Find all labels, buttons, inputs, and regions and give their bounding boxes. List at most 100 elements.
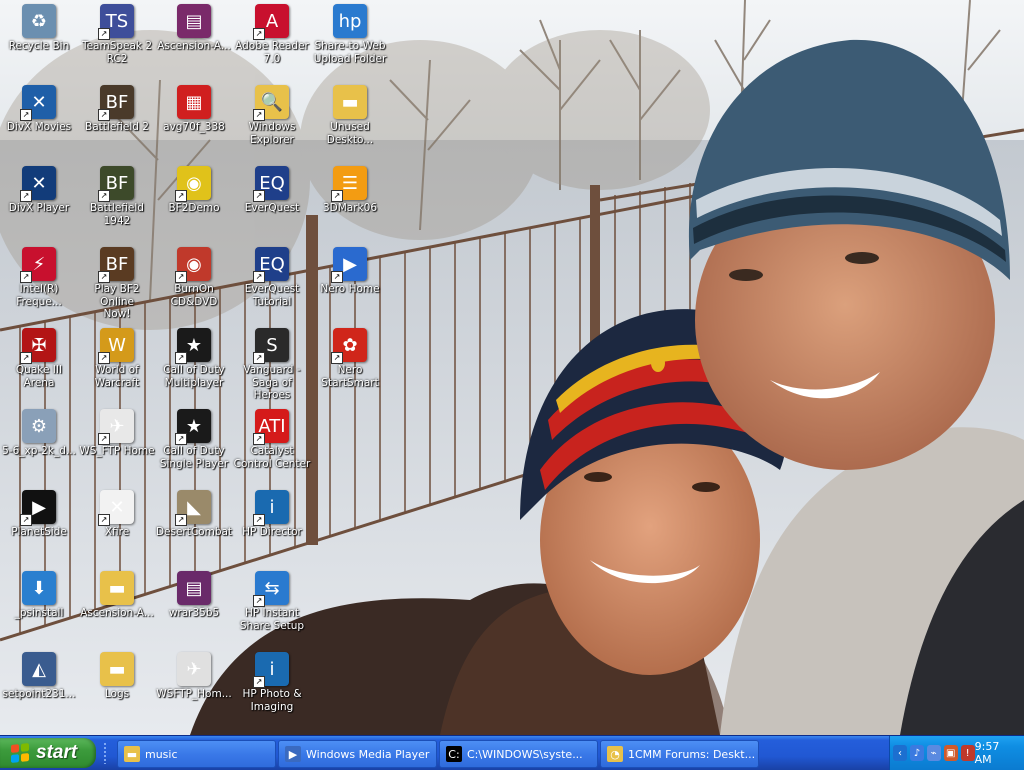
shortcut-arrow-icon: ↗ — [20, 352, 32, 364]
taskbar: start ▬ music ▶ Windows Media Player C: C:\WI… — [0, 735, 1024, 770]
security-alert-icon[interactable]: ! — [960, 745, 975, 761]
tray-clock[interactable]: 9:57 AM — [975, 740, 1014, 766]
desktop-icon[interactable]: EQ ↗ EverQuest — [233, 164, 311, 244]
shortcut-arrow-icon: ↗ — [98, 190, 110, 202]
burnon-icon: ◉ ↗ — [175, 247, 211, 283]
display-settings-icon[interactable]: ▣ — [943, 745, 958, 761]
desktop-icon-label: DivX Player — [8, 202, 70, 214]
ws-ftp-home-icon: ✈ ↗ — [98, 409, 134, 445]
desktop-icon[interactable]: BF ↗ Battlefield 1942 — [78, 164, 156, 244]
bf2demo-cd-icon: ◉ ↗ — [175, 166, 211, 202]
shortcut-arrow-icon: ↗ — [175, 271, 187, 283]
avg-icon: ▦ — [177, 85, 211, 119]
desktop-icon-label: Call of Duty Single Player — [159, 445, 229, 470]
desktop-icon[interactable]: hp Share-to-Web Upload Folder — [311, 2, 389, 82]
desktop-icon[interactable]: i ↗ HP Photo & Imaging — [233, 650, 311, 730]
desktop-icon[interactable]: W ↗ World of Warcraft — [78, 326, 156, 406]
system-tray: ‹ ♪ ⌁ ▣! 9:57 AM — [889, 736, 1024, 770]
desktop-icon-label: EverQuest — [244, 202, 300, 214]
desktop-icon[interactable]: ▬ Ascension-A... — [78, 569, 156, 649]
desktop-icon-label: BF2Demo — [168, 202, 220, 214]
desktop-icon[interactable]: ★ ↗ Call of Duty Multiplayer — [155, 326, 233, 406]
desktop-icon[interactable]: A ↗ Adobe Reader 7.0 — [233, 2, 311, 82]
start-button[interactable]: start — [0, 738, 96, 768]
planetside-icon: ▶ ↗ — [20, 490, 56, 526]
hat-spider-emblem — [651, 354, 665, 372]
desktop-icon-label: Ascension-A... — [80, 607, 154, 619]
desktop-icon[interactable]: i ↗ HP Director — [233, 488, 311, 568]
shortcut-arrow-icon: ↗ — [175, 190, 187, 202]
desktop-icon[interactable]: ✈ WSFTP_Hom... — [155, 650, 233, 730]
desktop-icon[interactable]: ⚙ 5-6_xp-2k_d... — [0, 407, 78, 487]
desktop-icon[interactable]: ✕ ↗ DivX Player — [0, 164, 78, 244]
desktop-icon[interactable]: ☰ ↗ 3DMark06 — [311, 164, 389, 244]
desertcombat-icon: ◣ ↗ — [175, 490, 211, 526]
desktop-icon-label: DivX Movies — [6, 121, 72, 133]
desktop-icon[interactable]: BF ↗ Battlefield 2 — [78, 83, 156, 163]
desktop-icon[interactable]: ▤ wrar35b5 — [155, 569, 233, 649]
desktop-icon[interactable]: BF ↗ Play BF2 Online Now! — [78, 245, 156, 325]
desktop-icon[interactable]: TS ↗ TeamSpeak 2 RC2 — [78, 2, 156, 82]
desktop-icon-label: DesertCombat — [155, 526, 233, 538]
desktop-icon-label: wrar35b5 — [168, 607, 220, 619]
desktop-icon-label: _psinstall — [14, 607, 64, 619]
desktop-icon[interactable]: 🔍 ↗ Windows Explorer — [233, 83, 311, 163]
quake-iii-icon: ✠ ↗ — [20, 328, 56, 364]
desktop-icon[interactable]: ✕ ↗ Xfire — [78, 488, 156, 568]
call-of-duty-sp-icon: ★ ↗ — [175, 409, 211, 445]
command-prompt-icon: C: — [446, 746, 462, 762]
desktop-icon-label: setpoint231... — [2, 688, 76, 700]
desktop-icon-label: BurnOn CD&DVD — [170, 283, 218, 308]
shortcut-arrow-icon: ↗ — [20, 109, 32, 121]
setpoint-icon: ◭ — [22, 652, 56, 686]
desktop-icon[interactable]: ▤ Ascension-A... — [155, 2, 233, 82]
desktop-icon-label: avg70f_338 — [163, 121, 225, 133]
taskbar-button[interactable]: C: C:\WINDOWS\syste... — [439, 740, 598, 768]
desktop-icon[interactable]: ✈ ↗ WS_FTP Home — [78, 407, 156, 487]
desktop-icon[interactable]: ⬇ _psinstall — [0, 569, 78, 649]
adobe-reader-icon: A ↗ — [253, 4, 289, 40]
desktop-icon[interactable]: ◭ setpoint231... — [0, 650, 78, 730]
desktop-icon[interactable]: ♻ Recycle Bin — [0, 2, 78, 82]
taskbar-button[interactable]: ◔ 1CMM Forums: Deskt... — [600, 740, 759, 768]
desktop-icon[interactable]: S ↗ Vanguard - Saga of Heroes — [233, 326, 311, 406]
desktop-icon[interactable]: ⇆ ↗ HP Instant Share Setup — [233, 569, 311, 649]
desktop-icon-label: HP Director — [242, 526, 302, 538]
desktop-icon[interactable]: ⚡ ↗ Intel(R) Freque... — [0, 245, 78, 325]
desktop-icon-label: WSFTP_Hom... — [156, 688, 232, 700]
desktop-icon-label: Ascension-A... — [157, 40, 231, 52]
desktop-icon-label: Unused Deskto... — [326, 121, 374, 146]
taskbar-button[interactable]: ▶ Windows Media Player — [278, 740, 437, 768]
desktop-icon[interactable]: ◣ ↗ DesertCombat — [155, 488, 233, 568]
desktop-icon[interactable]: ✿ ↗ Nero StartSmart — [311, 326, 389, 406]
desktop[interactable]: ♻ Recycle Bin ✕ ↗ DivX Movies ✕ ↗ DivX Player ⚡ ↗… — [0, 0, 1024, 735]
divx-player-icon: ✕ ↗ — [20, 166, 56, 202]
ati-catalyst-icon: ATI ↗ — [253, 409, 289, 445]
desktop-icon[interactable]: ▶ ↗ Nero Home — [311, 245, 389, 325]
desktop-icon[interactable]: ▶ ↗ PlanetSide — [0, 488, 78, 568]
taskbar-grip-handle[interactable] — [103, 742, 107, 764]
desktop-icon[interactable]: ▬ Unused Deskto... — [311, 83, 389, 163]
taskbar-button[interactable]: ▬ music — [117, 740, 276, 768]
desktop-icon[interactable]: ▬ Logs — [78, 650, 156, 730]
shortcut-arrow-icon: ↗ — [253, 109, 265, 121]
nero-startsmart-icon: ✿ ↗ — [331, 328, 367, 364]
desktop-icon-label: HP Photo & Imaging — [242, 688, 302, 713]
show-hidden-icons-chevron-icon[interactable]: ‹ — [893, 745, 907, 761]
desktop-icon[interactable]: ✕ ↗ DivX Movies — [0, 83, 78, 163]
volume-icon[interactable]: ♪ — [909, 745, 924, 761]
desktop-icon-label: Share-to-Web Upload Folder — [313, 40, 387, 65]
desktop-icon[interactable]: EQ ↗ EverQuest Tutorial — [233, 245, 311, 325]
everquest-icon: EQ ↗ — [253, 166, 289, 202]
network-icon[interactable]: ⌁ — [926, 745, 941, 761]
desktop-icon[interactable]: ◉ ↗ BurnOn CD&DVD — [155, 245, 233, 325]
desktop-icon[interactable]: ATI ↗ Catalyst Control Center — [233, 407, 311, 487]
desktop-icon[interactable]: ✠ ↗ Quake III Arena — [0, 326, 78, 406]
shortcut-arrow-icon: ↗ — [331, 352, 343, 364]
desktop-icon[interactable]: ★ ↗ Call of Duty Single Player — [155, 407, 233, 487]
teamspeak-icon: TS ↗ — [98, 4, 134, 40]
desktop-icon-label: WS_FTP Home — [79, 445, 155, 457]
desktop-icon[interactable]: ◉ ↗ BF2Demo — [155, 164, 233, 244]
desktop-icon[interactable]: ▦ avg70f_338 — [155, 83, 233, 163]
desktop-icon-label: Play BF2 Online Now! — [94, 283, 140, 320]
